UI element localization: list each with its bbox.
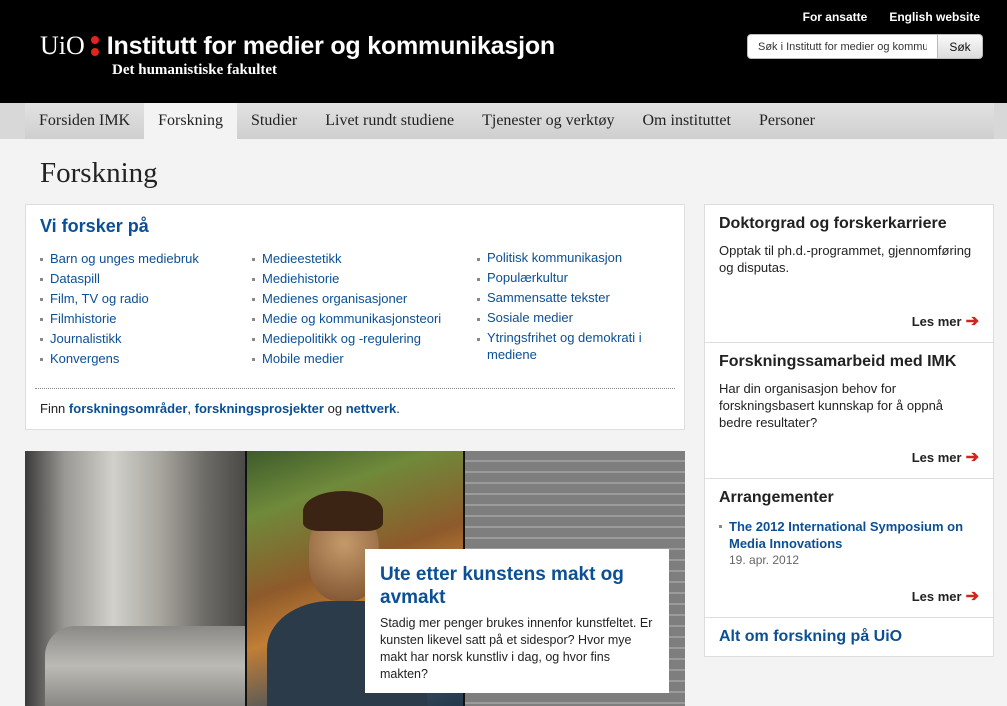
tab-livet-rundt-studiene[interactable]: Livet rundt studiene: [311, 103, 468, 139]
networks-link[interactable]: nettverk: [346, 401, 397, 416]
event-title-link[interactable]: The 2012 International Symposium on Medi…: [729, 518, 979, 552]
list-item: Sosiale medier: [477, 309, 667, 326]
topic-link[interactable]: Populærkultur: [487, 270, 568, 285]
tab-tjenester-og-verktoy[interactable]: Tjenester og verktøy: [468, 103, 628, 139]
search-form: Søk: [747, 34, 983, 59]
main-nav: Forsiden IMK Forskning Studier Livet run…: [0, 103, 1007, 139]
topic-link[interactable]: Journalistikk: [50, 331, 122, 346]
column-photo: [25, 451, 245, 706]
tab-studier[interactable]: Studier: [237, 103, 311, 139]
tab-personer[interactable]: Personer: [745, 103, 829, 139]
topic-link[interactable]: Film, TV og radio: [50, 291, 149, 306]
list-item: Barn og unges mediebruk: [40, 249, 252, 269]
list-item: Medieestetikk: [252, 249, 477, 269]
topics-column-2: Medieestetikk Mediehistorie Medienes org…: [252, 249, 477, 369]
read-more-label: Les mer: [911, 314, 962, 329]
topic-link[interactable]: Konvergens: [50, 351, 119, 366]
find-research-line: Finn forskningsområder, forskningsprosje…: [40, 401, 400, 416]
site-header: For ansatte English website UiO Institut…: [0, 0, 1007, 103]
event-item: The 2012 International Symposium on Medi…: [719, 518, 979, 567]
phd-heading: Doktorgrad og forskerkarriere: [719, 215, 947, 232]
top-links: For ansatte English website: [803, 10, 980, 24]
phd-text: Opptak til ph.d.-programmet, gjennomføri…: [719, 243, 972, 275]
search-input[interactable]: [747, 34, 938, 59]
list-item: Medie og kommunikasjonsteori: [252, 309, 477, 329]
topic-link[interactable]: Ytringsfrihet og demokrati i mediene: [487, 330, 642, 362]
list-item: Sammensatte tekster: [477, 289, 667, 306]
topics-column-3: Politisk kommunikasjon Populærkultur Sam…: [477, 249, 667, 369]
list-item: Journalistikk: [40, 329, 252, 349]
read-more-link[interactable]: Les mer ➔: [911, 448, 979, 466]
sidebar-box-events: Arrangementer The 2012 International Sym…: [705, 479, 993, 618]
collaboration-heading: Forskningssamarbeid med IMK: [719, 353, 957, 370]
site-logo[interactable]: UiO Institutt for medier og kommunikasjo…: [40, 31, 555, 61]
list-item: Filmhistorie: [40, 309, 252, 329]
collaboration-text: Har din organisasjon behov for forskning…: [719, 381, 944, 430]
sidebar-box-collaboration: Forskningssamarbeid med IMK Har din orga…: [705, 343, 993, 479]
arrow-right-icon: ➔: [965, 587, 979, 605]
research-areas-link[interactable]: forskningsområder: [69, 401, 187, 416]
dotted-divider: [35, 388, 675, 389]
list-item: Mediehistorie: [252, 269, 477, 289]
list-item: Politisk kommunikasjon: [477, 249, 667, 266]
for-ansatte-link[interactable]: For ansatte: [803, 10, 868, 24]
faculty-name[interactable]: Det humanistiske fakultet: [112, 62, 277, 79]
list-item: Film, TV og radio: [40, 289, 252, 309]
page-title: Forskning: [40, 157, 158, 189]
site-title[interactable]: Institutt for medier og kommunikasjon: [107, 32, 555, 61]
find-prefix: Finn: [40, 401, 66, 416]
list-item: Ytringsfrihet og demokrati i mediene: [477, 329, 667, 363]
feature-banner[interactable]: Ute etter kunstens makt og avmakt Stadig…: [25, 451, 685, 706]
find-suffix: .: [396, 401, 400, 416]
events-heading: Arrangementer: [719, 489, 834, 506]
feature-title-link[interactable]: Ute etter kunstens makt og avmakt: [380, 564, 624, 608]
list-item: Mobile medier: [252, 349, 477, 369]
topics-column-1: Barn og unges mediebruk Dataspill Film, …: [40, 249, 252, 369]
all-research-box: Alt om forskning på UiO: [705, 618, 993, 656]
topic-link[interactable]: Medie og kommunikasjonsteori: [262, 311, 441, 326]
uio-logo-text: UiO: [40, 31, 85, 60]
list-item: Populærkultur: [477, 269, 667, 286]
topic-link[interactable]: Filmhistorie: [50, 311, 116, 326]
read-more-label: Les mer: [911, 450, 962, 465]
topic-link[interactable]: Dataspill: [50, 271, 100, 286]
event-date: 19. apr. 2012: [729, 553, 800, 567]
topic-link[interactable]: Mediepolitikk og -regulering: [262, 331, 421, 346]
topic-link[interactable]: Sammensatte tekster: [487, 290, 610, 305]
feature-text: Stadig mer penger brukes innenfor kunstf…: [380, 616, 653, 681]
list-item: Dataspill: [40, 269, 252, 289]
topic-link[interactable]: Medieestetikk: [262, 251, 341, 266]
uio-colon-icon: [90, 36, 99, 56]
arrow-right-icon: ➔: [965, 312, 979, 330]
research-heading: Vi forsker på: [40, 216, 149, 236]
find-and: og: [327, 401, 343, 416]
tab-forsiden-imk[interactable]: Forsiden IMK: [25, 103, 144, 139]
read-more-link[interactable]: Les mer ➔: [911, 587, 979, 605]
topic-link[interactable]: Mediehistorie: [262, 271, 339, 286]
topic-link[interactable]: Medienes organisasjoner: [262, 291, 407, 306]
read-more-link[interactable]: Les mer ➔: [911, 312, 979, 330]
list-item: Mediepolitikk og -regulering: [252, 329, 477, 349]
topic-link[interactable]: Sosiale medier: [487, 310, 573, 325]
list-item: Medienes organisasjoner: [252, 289, 477, 309]
topic-link[interactable]: Mobile medier: [262, 351, 344, 366]
tab-om-instituttet[interactable]: Om instituttet: [629, 103, 745, 139]
sidebar: Doktorgrad og forskerkarriere Opptak til…: [704, 204, 994, 657]
topics-list: Barn og unges mediebruk Dataspill Film, …: [40, 249, 667, 369]
research-projects-link[interactable]: forskningsprosjekter: [195, 401, 324, 416]
research-topics-box: Vi forsker på Barn og unges mediebruk Da…: [25, 204, 685, 430]
list-item: Konvergens: [40, 349, 252, 369]
topic-link[interactable]: Barn og unges mediebruk: [50, 251, 199, 266]
all-research-link[interactable]: Alt om forskning på UiO: [719, 628, 902, 645]
topic-link[interactable]: Politisk kommunikasjon: [487, 250, 622, 265]
find-separator: ,: [187, 401, 192, 416]
read-more-label: Les mer: [911, 589, 962, 604]
tab-forskning[interactable]: Forskning: [144, 103, 238, 139]
feature-caption: Ute etter kunstens makt og avmakt Stadig…: [365, 549, 669, 693]
arrow-right-icon: ➔: [965, 448, 979, 466]
sidebar-box-phd: Doktorgrad og forskerkarriere Opptak til…: [705, 205, 993, 343]
search-button[interactable]: Søk: [938, 34, 983, 59]
english-website-link[interactable]: English website: [889, 10, 980, 24]
